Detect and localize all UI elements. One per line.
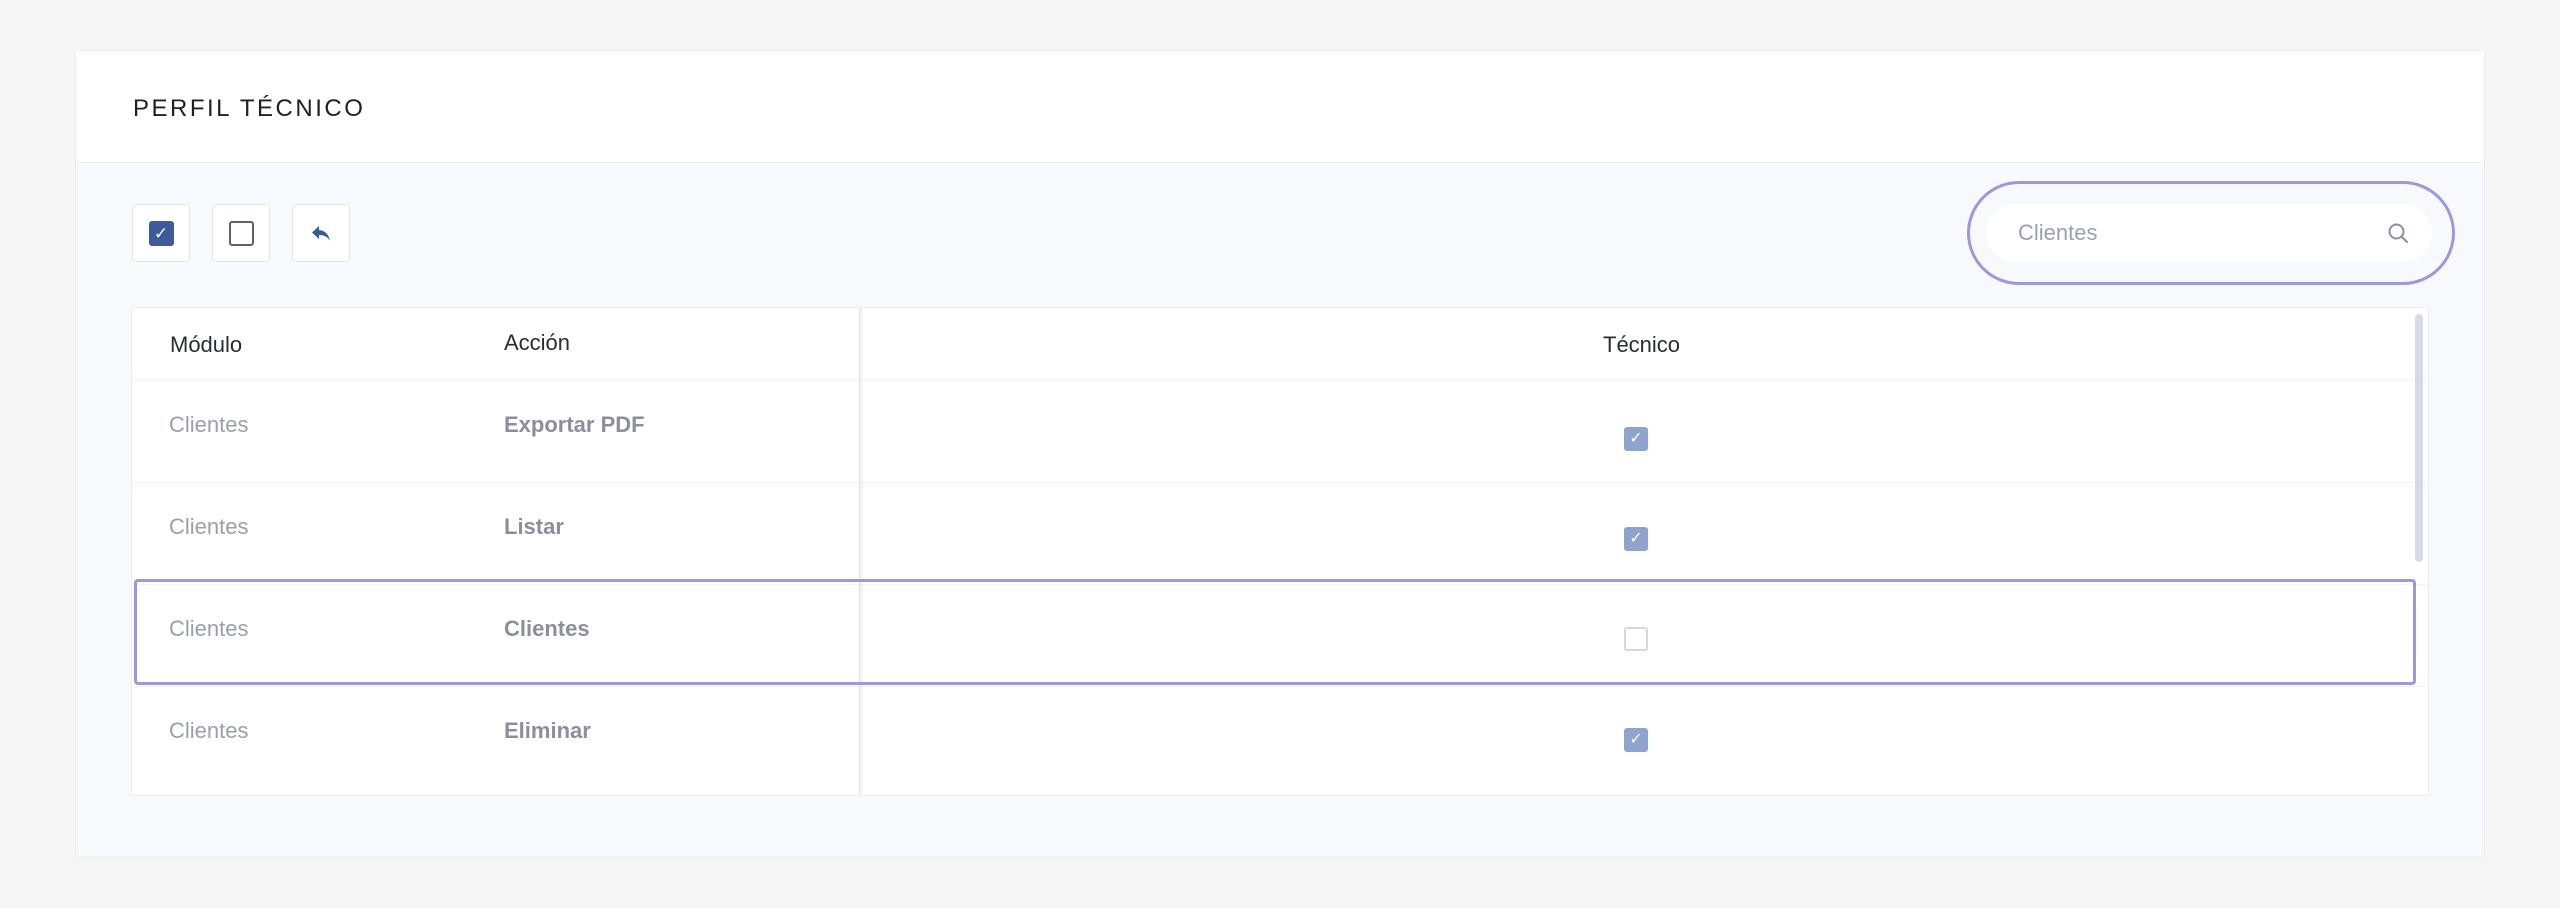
- column-header-accion[interactable]: Acción: [504, 330, 570, 356]
- permissions-card: PERFIL TÉCNICO ✓ Módulo Acción Técnico C…: [75, 50, 2485, 858]
- search-box[interactable]: [1986, 204, 2432, 262]
- cell-accion: Listar: [504, 514, 564, 539]
- cell-modulo: Clientes: [169, 718, 249, 743]
- table-row: Clientes Listar ✓: [132, 483, 2428, 585]
- search-input[interactable]: [2018, 204, 2358, 262]
- reply-arrow-icon: [312, 226, 330, 241]
- cell-modulo: Clientes: [169, 412, 249, 437]
- table-row: Clientes Eliminar ✓: [132, 687, 2428, 795]
- tecnico-checkbox[interactable]: ✓: [1624, 527, 1648, 551]
- card-header: PERFIL TÉCNICO: [76, 51, 2484, 163]
- cell-modulo: Clientes: [169, 616, 249, 641]
- page-title: PERFIL TÉCNICO: [133, 95, 366, 122]
- cell-accion: Eliminar: [504, 718, 591, 743]
- column-header-tecnico[interactable]: Técnico: [1603, 332, 1680, 358]
- cell-modulo: Clientes: [169, 514, 249, 539]
- tecnico-checkbox[interactable]: [1624, 627, 1648, 651]
- permissions-table: Módulo Acción Técnico Clientes Exportar …: [131, 307, 2429, 796]
- table-row: Clientes Exportar PDF ✓: [132, 381, 2428, 483]
- table-header-row: Módulo Acción Técnico: [132, 308, 2428, 381]
- check-all-button[interactable]: ✓: [132, 204, 190, 262]
- tecnico-checkbox[interactable]: ✓: [1624, 728, 1648, 752]
- check-square-icon: ✓: [148, 220, 174, 246]
- uncheck-all-button[interactable]: [212, 204, 270, 262]
- column-header-modulo[interactable]: Módulo: [170, 332, 242, 358]
- search-icon[interactable]: [2386, 221, 2410, 245]
- empty-square-icon: [228, 220, 254, 246]
- frozen-columns-shadow: [860, 308, 864, 795]
- cell-accion: Exportar PDF: [504, 412, 645, 437]
- undo-button[interactable]: [292, 204, 350, 262]
- table-row: Clientes Clientes: [132, 585, 2428, 687]
- cell-accion: Clientes: [504, 616, 590, 641]
- vertical-scrollbar[interactable]: [2415, 314, 2423, 562]
- tecnico-checkbox[interactable]: ✓: [1624, 427, 1648, 451]
